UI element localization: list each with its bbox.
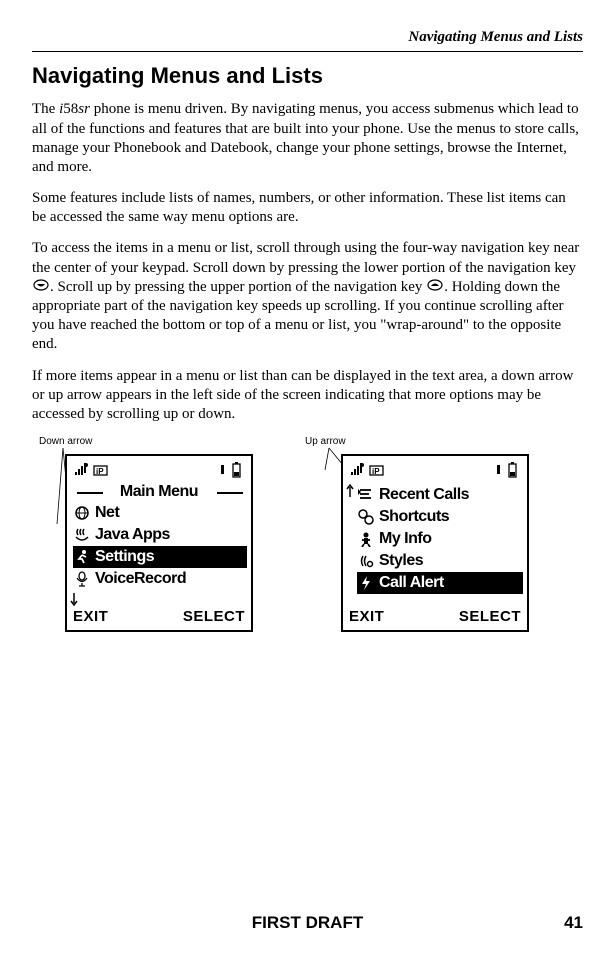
signal-icon — [75, 463, 89, 477]
menu-label: Java Apps — [95, 525, 170, 545]
phone-screen: iP Recent Calls Shortcuts — [341, 454, 529, 632]
globe-icon — [73, 504, 91, 522]
menu-items: Recent Calls Shortcuts My Info Styles Ca… — [343, 482, 527, 594]
menu-item-styles[interactable]: Styles — [357, 550, 523, 572]
title-line — [77, 492, 103, 494]
steam-icon — [73, 526, 91, 544]
menu-items: Net Java Apps Settings VoiceRecord — [67, 502, 251, 590]
menu-label: VoiceRecord — [95, 569, 186, 589]
up-arrow-icon — [345, 484, 355, 498]
status-right — [495, 462, 519, 478]
status-right — [219, 462, 243, 478]
svg-text:iP: iP — [372, 467, 380, 476]
menu-label: Net — [95, 503, 119, 523]
menu-item-call-alert[interactable]: Call Alert — [357, 572, 523, 594]
softkey-exit[interactable]: EXIT — [73, 607, 108, 626]
circles-icon — [357, 508, 375, 526]
mic-icon — [73, 570, 91, 588]
ring-icon — [357, 552, 375, 570]
text: . Scroll up by pressing the upper portio… — [50, 279, 426, 295]
figure-down-arrow: Down arrow iP Main Menu — [37, 436, 253, 632]
paragraph-2: Some features include lists of names, nu… — [32, 189, 583, 227]
status-bar: iP — [67, 456, 251, 482]
list-icon — [357, 486, 375, 504]
softkey-select[interactable]: SELECT — [183, 607, 245, 626]
menu-title: Main Menu — [120, 482, 198, 502]
menu-item-settings[interactable]: Settings — [73, 546, 247, 568]
text: The — [32, 101, 59, 117]
menu-item-voicerecord[interactable]: VoiceRecord — [73, 568, 247, 590]
down-arrow-icon — [69, 592, 79, 606]
paragraph-4: If more items appear in a menu or list t… — [32, 367, 583, 425]
title-line — [217, 492, 243, 494]
menu-item-java[interactable]: Java Apps — [73, 524, 247, 546]
figure-row: Down arrow iP Main Menu — [32, 436, 583, 632]
battery-icon — [231, 462, 243, 478]
person-icon — [357, 530, 375, 548]
packet-icon: iP — [369, 463, 385, 477]
softkeys: EXIT SELECT — [349, 607, 521, 626]
paragraph-3: To access the items in a menu or list, s… — [32, 239, 583, 354]
status-left: iP — [351, 463, 385, 477]
page-number: 41 — [564, 912, 583, 934]
signal-icon — [351, 463, 365, 477]
menu-item-recent-calls[interactable]: Recent Calls — [357, 484, 523, 506]
softkey-exit[interactable]: EXIT — [349, 607, 384, 626]
page-heading: Navigating Menus and Lists — [32, 62, 583, 90]
menu-label: Shortcuts — [379, 507, 449, 527]
menu-label: Settings — [95, 547, 154, 567]
softkeys: EXIT SELECT — [73, 607, 245, 626]
packet-icon: iP — [93, 463, 109, 477]
text: phone is menu driven. By navigating menu… — [32, 101, 579, 175]
model-sr: sr — [78, 101, 90, 117]
nav-down-icon — [33, 278, 49, 297]
svg-text:iP: iP — [96, 467, 104, 476]
menu-label: Call Alert — [379, 573, 444, 593]
status-bar: iP — [343, 456, 527, 482]
model-num: 58 — [63, 101, 78, 117]
one-icon — [495, 463, 503, 477]
battery-icon — [507, 462, 519, 478]
menu-item-my-info[interactable]: My Info — [357, 528, 523, 550]
text: To access the items in a menu or list, s… — [32, 240, 579, 275]
paragraph-1: The i58sr phone is menu driven. By navig… — [32, 100, 583, 177]
menu-label: Recent Calls — [379, 485, 469, 505]
footer-text: FIRST DRAFT — [252, 912, 363, 934]
running-head: Navigating Menus and Lists — [32, 28, 583, 47]
one-icon — [219, 463, 227, 477]
footer: FIRST DRAFT 41 — [32, 912, 583, 934]
phone-screen: iP Main Menu Net Java Apps — [65, 454, 253, 632]
status-left: iP — [75, 463, 109, 477]
rule — [32, 51, 583, 52]
menu-item-net[interactable]: Net — [73, 502, 247, 524]
nav-up-icon — [427, 278, 443, 297]
menu-label: My Info — [379, 529, 432, 549]
figure-up-arrow: Up arrow iP Recent Calls — [313, 436, 529, 632]
menu-item-shortcuts[interactable]: Shortcuts — [357, 506, 523, 528]
menu-title-row: Main Menu — [67, 482, 251, 502]
runner-icon — [73, 548, 91, 566]
bolt-icon — [357, 574, 375, 592]
menu-label: Styles — [379, 551, 423, 571]
softkey-select[interactable]: SELECT — [459, 607, 521, 626]
